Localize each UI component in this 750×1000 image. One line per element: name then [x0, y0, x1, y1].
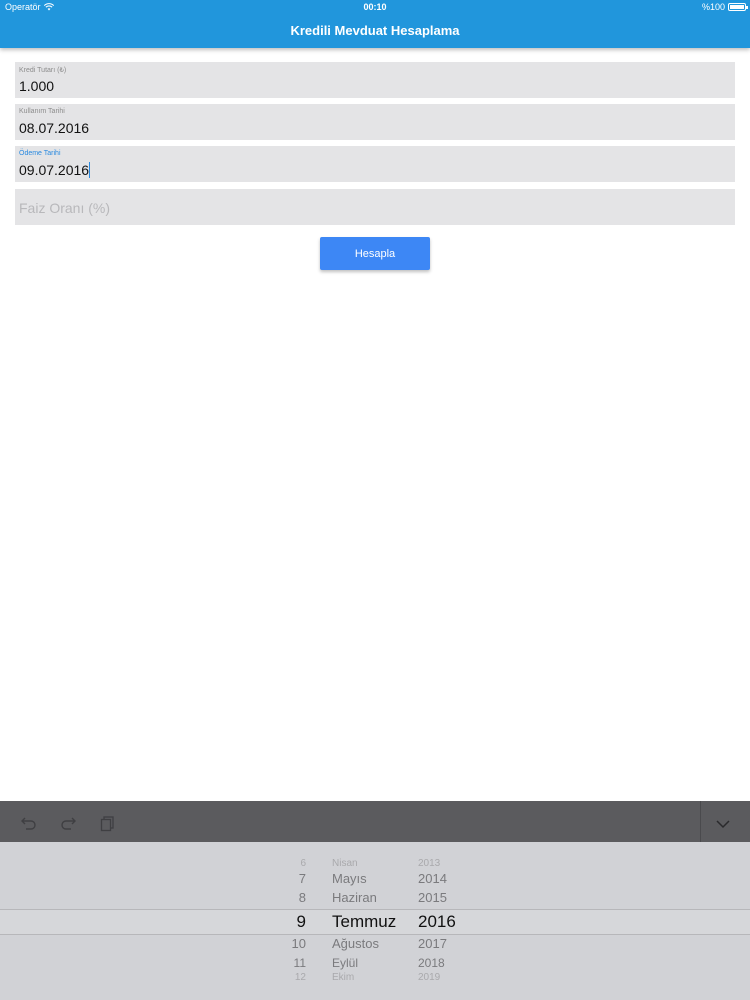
picker-day[interactable]: 11: [270, 956, 306, 970]
picker-month-selected[interactable]: Temmuz: [332, 912, 422, 932]
interest-rate-placeholder: Faiz Oranı (%): [19, 200, 111, 216]
redo-icon[interactable]: [59, 814, 77, 832]
text-caret: [89, 162, 91, 178]
picker-month[interactable]: Eylül: [332, 956, 422, 970]
picker-year[interactable]: 2019: [418, 972, 478, 983]
picker-month[interactable]: Haziran: [332, 890, 422, 905]
toolbar-divider: [700, 801, 701, 842]
picker-year[interactable]: 2013: [418, 858, 478, 869]
usage-date-value: 08.07.2016: [19, 120, 90, 136]
app-header: Operatör 00:10 %100 Kredili Mevduat Hesa…: [0, 0, 750, 48]
usage-date-label: Kullanım Tarihi: [19, 108, 65, 115]
interest-rate-field[interactable]: Faiz Oranı (%): [15, 189, 735, 225]
payment-date-label: Ödeme Tarihi: [19, 150, 61, 157]
chevron-down-icon[interactable]: [714, 814, 732, 832]
picker-month[interactable]: Nisan: [332, 858, 422, 869]
page-title: Kredili Mevduat Hesaplama: [290, 23, 460, 38]
picker-year[interactable]: 2014: [418, 871, 478, 886]
keyboard-toolbar: [0, 801, 750, 842]
payment-date-field[interactable]: Ödeme Tarihi 09.07.2016: [15, 146, 735, 182]
status-right: %100: [701, 2, 748, 12]
status-time: 00:10: [363, 2, 387, 12]
picker-month[interactable]: Mayıs: [332, 871, 422, 886]
paste-icon[interactable]: [99, 814, 117, 832]
picker-month[interactable]: Ağustos: [332, 936, 422, 951]
picker-year[interactable]: 2015: [418, 890, 478, 905]
payment-date-value: 09.07.2016: [19, 162, 90, 178]
picker-day[interactable]: 6: [270, 858, 306, 869]
payment-date-input[interactable]: 09.07.2016: [19, 162, 91, 178]
undo-icon[interactable]: [20, 814, 38, 832]
picker-month[interactable]: Ekim: [332, 972, 422, 983]
picker-day[interactable]: 12: [270, 972, 306, 983]
amount-label: Kredi Tutarı (₺): [19, 67, 67, 74]
status-bar: Operatör 00:10 %100: [0, 0, 750, 14]
picker-day[interactable]: 10: [270, 936, 306, 951]
picker-year[interactable]: 2018: [418, 956, 478, 970]
usage-date-field[interactable]: Kullanım Tarihi 08.07.2016: [15, 104, 735, 140]
picker-year[interactable]: 2017: [418, 936, 478, 951]
picker-day-selected[interactable]: 9: [270, 912, 306, 932]
picker-day[interactable]: 7: [270, 871, 306, 886]
picker-year-selected[interactable]: 2016: [418, 912, 478, 932]
date-picker[interactable]: 6 7 8 9 10 11 12 Nisan Mayıs Haziran Tem…: [0, 842, 750, 1000]
picker-day[interactable]: 8: [270, 890, 306, 905]
battery-icon: [728, 3, 748, 11]
amount-field[interactable]: Kredi Tutarı (₺) 1.000: [15, 62, 735, 98]
calculate-button[interactable]: Hesapla: [320, 237, 430, 270]
amount-value: 1.000: [19, 78, 55, 94]
app-screen: Operatör 00:10 %100 Kredili Mevduat Hesa…: [0, 0, 750, 1000]
battery-percent: %100: [701, 2, 725, 12]
